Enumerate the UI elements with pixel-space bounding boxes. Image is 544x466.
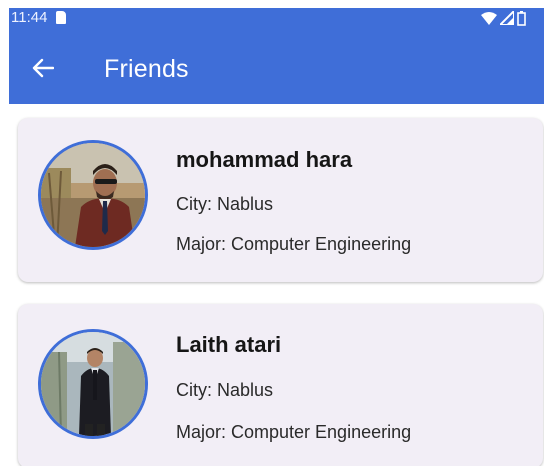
friend-city: City: Nablus xyxy=(176,194,274,214)
friend-name: Laith atari xyxy=(176,332,282,357)
screen: 11:44 Friends mohammad hara City: Nablus… xyxy=(0,0,544,466)
battery-icon xyxy=(517,10,526,26)
friend-card[interactable]: mohammad hara City: Nablus Major: Comput… xyxy=(18,118,543,282)
avatar xyxy=(38,140,148,250)
wifi-icon xyxy=(481,11,497,25)
page-title: Friends xyxy=(104,55,189,83)
friend-name: mohammad hara xyxy=(176,147,353,172)
back-button[interactable] xyxy=(23,48,63,88)
friend-major: Major: Computer Engineering xyxy=(176,422,412,442)
friend-city: City: Nablus xyxy=(176,380,274,400)
avatar xyxy=(38,329,148,439)
friend-card[interactable]: Laith atari City: Nablus Major: Computer… xyxy=(18,304,543,466)
status-bar: 11:44 xyxy=(9,8,544,28)
signal-icon xyxy=(500,11,514,25)
friend-major: Major: Computer Engineering xyxy=(176,234,412,254)
avatar-photo xyxy=(41,143,145,247)
avatar-photo xyxy=(41,332,145,436)
app-bar: 11:44 Friends xyxy=(9,8,544,104)
sim-card-icon xyxy=(56,11,66,24)
status-time: 11:44 xyxy=(11,9,48,26)
arrow-back-icon xyxy=(32,58,54,78)
status-icons xyxy=(481,10,526,26)
